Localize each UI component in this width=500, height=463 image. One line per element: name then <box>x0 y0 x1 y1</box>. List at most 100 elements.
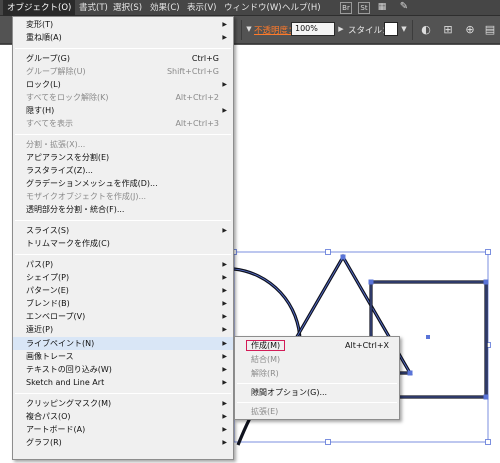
opacity-dropdown-icon[interactable]: ▶ <box>336 22 346 36</box>
submenu-arrow-icon: ▶ <box>222 413 227 420</box>
menu-item-graph[interactable]: グラフ(R) ▶ <box>13 436 233 449</box>
shortcut-label: Alt+Ctrl+X <box>345 341 389 350</box>
menu-item-transform[interactable]: 変形(T) ▶ <box>13 18 233 31</box>
menu-item-label: ブレンド(B) <box>26 299 70 308</box>
menu-item-label: 透明部分を分割・統合(F)... <box>26 205 125 214</box>
menu-item-live-paint[interactable]: ライブペイント(N) ▶ <box>13 337 233 350</box>
submenu-arrow-icon: ▶ <box>222 227 227 234</box>
menu-item-ungroup[interactable]: グループ解除(U) Shift+Ctrl+G <box>13 65 233 78</box>
opacity-input[interactable]: 100% <box>291 22 335 36</box>
menu-item-label: クリッピングマスク(M) <box>26 399 112 408</box>
menu-select[interactable]: 選択(S) <box>109 0 146 16</box>
align-icon[interactable]: ⊞ <box>440 22 456 38</box>
submenu-arrow-icon: ▶ <box>222 340 227 347</box>
menu-object[interactable]: オブジェクト(O) <box>3 0 76 16</box>
menu-item-label: パス(P) <box>26 260 54 269</box>
menu-item-rasterize[interactable]: ラスタライズ(Z)... <box>13 164 233 177</box>
menu-item-artboards[interactable]: アートボード(A) ▶ <box>13 423 233 436</box>
menu-item-label: 遠近(P) <box>26 325 54 334</box>
submenu-item-label: 作成(M) <box>245 340 286 351</box>
submenu-arrow-icon: ▶ <box>222 326 227 333</box>
menu-item-path[interactable]: パス(P) ▶ <box>13 258 233 271</box>
menu-item-gradient-mesh[interactable]: グラデーションメッシュを作成(D)... <box>13 177 233 190</box>
menu-item-expand-appearance[interactable]: アピアランスを分割(E) <box>13 151 233 164</box>
menu-item-group[interactable]: グループ(G) Ctrl+G <box>13 52 233 65</box>
menu-item-envelope[interactable]: エンベロープ(V) ▶ <box>13 310 233 323</box>
recolor-icon[interactable]: ◐ <box>418 22 434 38</box>
live-paint-submenu: 作成(M) Alt+Ctrl+X 結合(M) 解除(R) 隙間オプション(G)..… <box>234 336 400 420</box>
menu-item-slice[interactable]: スライス(S) ▶ <box>13 224 233 237</box>
menu-view[interactable]: 表示(V) <box>183 0 220 16</box>
menu-item-blend[interactable]: ブレンド(B) ▶ <box>13 297 233 310</box>
submenu-arrow-icon: ▶ <box>222 261 227 268</box>
menu-item-lock[interactable]: ロック(L) ▶ <box>13 78 233 91</box>
menu-item-label: テキストの回り込み(W) <box>26 365 112 374</box>
menu-type[interactable]: 書式(T) <box>75 0 112 16</box>
menu-separator <box>15 393 231 394</box>
menu-item-label: 隠す(H) <box>26 106 55 115</box>
object-menu: 変形(T) ▶ 重ね順(A) ▶ グループ(G) Ctrl+G グループ解除(U) Sh… <box>12 16 234 460</box>
menu-item-flatten-transparency[interactable]: 透明部分を分割・統合(F)... <box>13 203 233 216</box>
menu-item-label: 重ね順(A) <box>26 33 62 42</box>
shortcut-label: Shift+Ctrl+G <box>166 67 219 76</box>
shortcut-label: Alt+Ctrl+2 <box>175 93 219 102</box>
menu-item-sketch-line-art[interactable]: Sketch and Line Art ▶ <box>13 376 233 389</box>
menu-item-label: トリムマークを作成(C) <box>26 239 110 248</box>
submenu-arrow-icon: ▶ <box>222 366 227 373</box>
menu-item-hide[interactable]: 隠す(H) ▶ <box>13 104 233 117</box>
menu-item-label: スライス(S) <box>26 226 70 235</box>
transform-icon[interactable]: ⊕ <box>462 22 478 38</box>
menu-item-text-wrap[interactable]: テキストの回り込み(W) ▶ <box>13 363 233 376</box>
menu-item-perspective[interactable]: 遠近(P) ▶ <box>13 323 233 336</box>
menu-item-label: アピアランスを分割(E) <box>26 153 110 162</box>
menu-separator <box>237 402 397 403</box>
submenu-arrow-icon: ▶ <box>222 274 227 281</box>
menu-item-clipping-mask[interactable]: クリッピングマスク(M) ▶ <box>13 397 233 410</box>
menu-separator <box>15 134 231 135</box>
menubar: オブジェクト(O) 書式(T) 選択(S) 効果(C) 表示(V) ウィンドウ(… <box>0 0 500 16</box>
chevron-down-icon[interactable]: ▼ <box>244 22 254 36</box>
menu-item-unlock-all[interactable]: すべてをロック解除(K) Alt+Ctrl+2 <box>13 91 233 104</box>
menu-separator <box>237 383 397 384</box>
submenu-item-label: 拡張(E) <box>251 407 279 416</box>
divider <box>241 20 242 40</box>
menu-item-label: モザイクオブジェクトを作成(J)... <box>26 192 147 201</box>
menu-item-label: グラデーションメッシュを作成(D)... <box>26 179 158 188</box>
menu-item-trim-marks[interactable]: トリムマークを作成(C) <box>13 237 233 250</box>
menu-item-shape[interactable]: シェイプ(P) ▶ <box>13 271 233 284</box>
workspace-icon[interactable]: ✎ <box>398 2 410 14</box>
menu-item-show-all[interactable]: すべてを表示 Alt+Ctrl+3 <box>13 117 233 130</box>
submenu-item-release[interactable]: 解除(R) <box>235 367 399 381</box>
submenu-arrow-icon: ▶ <box>222 439 227 446</box>
menu-item-expand[interactable]: 分割・拡張(X)... <box>13 138 233 151</box>
submenu-arrow-icon: ▶ <box>222 300 227 307</box>
menu-item-label: すべてをロック解除(K) <box>26 93 109 102</box>
menu-item-label: グラフ(R) <box>26 438 62 447</box>
style-dropdown-icon[interactable]: ▼ <box>399 22 409 36</box>
submenu-item-make[interactable]: 作成(M) Alt+Ctrl+X <box>235 339 399 353</box>
submenu-arrow-icon: ▶ <box>222 353 227 360</box>
arrange-icon[interactable]: ▤ <box>482 22 498 38</box>
submenu-arrow-icon: ▶ <box>222 379 227 386</box>
menu-item-label: ライブペイント(N) <box>26 339 95 348</box>
menu-item-pattern[interactable]: パターン(E) ▶ <box>13 284 233 297</box>
menu-item-image-trace[interactable]: 画像トレース ▶ <box>13 350 233 363</box>
menu-effect[interactable]: 効果(C) <box>146 0 184 16</box>
menu-window[interactable]: ウィンドウ(W) <box>220 0 286 16</box>
menu-item-mosaic[interactable]: モザイクオブジェクトを作成(J)... <box>13 190 233 203</box>
menu-help[interactable]: ヘルプ(H) <box>278 0 325 16</box>
submenu-item-merge[interactable]: 結合(M) <box>235 353 399 367</box>
submenu-item-label: 隙間オプション(G)... <box>251 388 328 397</box>
divider <box>412 20 413 40</box>
menu-item-arrange[interactable]: 重ね順(A) ▶ <box>13 31 233 44</box>
menu-item-label: ラスタライズ(Z)... <box>26 166 93 175</box>
submenu-item-expand[interactable]: 拡張(E) <box>235 405 399 419</box>
stock-icon[interactable]: St <box>358 2 370 14</box>
submenu-item-label: 結合(M) <box>251 355 281 364</box>
submenu-item-gap-options[interactable]: 隙間オプション(G)... <box>235 386 399 400</box>
grid-icon[interactable]: ▦ <box>376 2 388 14</box>
menu-item-compound-path[interactable]: 複合パス(O) ▶ <box>13 410 233 423</box>
bridge-icon[interactable]: Br <box>340 2 352 14</box>
style-swatch[interactable] <box>384 22 398 36</box>
submenu-item-label: 解除(R) <box>251 369 279 378</box>
